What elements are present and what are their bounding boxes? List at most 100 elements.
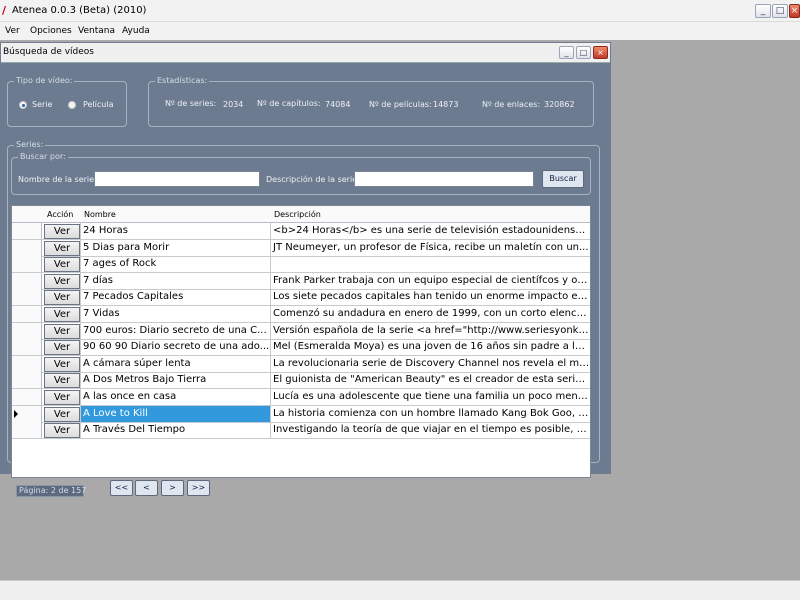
cell-descripcion[interactable]: La historia comienza con un hombre llama… xyxy=(270,405,590,422)
radio-pelicula-label: Película xyxy=(83,100,114,109)
table-row[interactable]: Ver 7 Pecados Capitales Los siete pecados … xyxy=(12,289,590,307)
cell-nombre[interactable]: A Love to Kill xyxy=(80,405,271,422)
row-header[interactable] xyxy=(12,272,42,289)
cell-descripcion[interactable]: JT Neumeyer, un profesor de Física, reci… xyxy=(270,239,590,256)
cell-nombre[interactable]: 700 euros: Diario secreto de una C... xyxy=(80,322,271,339)
cell-descripcion[interactable]: Versión española de la serie <a href="ht… xyxy=(270,322,590,339)
menubar: Ver Opciones Ventana Ayuda xyxy=(0,22,800,40)
row-header[interactable] xyxy=(12,339,42,356)
app-icon: / xyxy=(2,4,7,17)
radio-serie-label: Serie xyxy=(32,100,53,109)
ver-button[interactable]: Ver xyxy=(44,356,80,372)
ver-button[interactable]: Ver xyxy=(44,273,80,289)
series-grid: Acción Nombre Descripción Ver 24 Horas <b>… xyxy=(11,205,591,478)
row-header[interactable] xyxy=(12,223,42,239)
row-header[interactable] xyxy=(12,405,42,422)
ver-button[interactable]: Ver xyxy=(44,423,80,439)
table-row[interactable]: Ver 700 euros: Diario secreto de una C...… xyxy=(12,322,590,340)
stat-enlaces-label: Nº de enlaces: xyxy=(482,100,541,109)
cell-nombre[interactable]: 5 Dias para Morir xyxy=(80,239,271,256)
next-page-button[interactable]: > xyxy=(161,480,184,496)
table-row[interactable]: Ver A Love to Kill La historia comienza co… xyxy=(12,405,590,423)
cell-descripcion[interactable]: Mel (Esmeralda Moya) es una joven de 16 … xyxy=(270,339,590,356)
close-button[interactable]: × xyxy=(789,4,800,18)
first-page-button[interactable]: << xyxy=(110,480,133,496)
col-accion[interactable]: Acción xyxy=(47,206,73,223)
cell-nombre[interactable]: A cámara súper lenta xyxy=(80,355,271,372)
table-row[interactable]: Ver A Través Del Tiempo Investigando la te… xyxy=(12,422,590,440)
ver-button[interactable]: Ver xyxy=(44,240,80,256)
cell-descripcion[interactable]: Frank Parker trabaja con un equipo espec… xyxy=(270,272,590,289)
nombre-input[interactable] xyxy=(94,171,260,187)
ver-button[interactable]: Ver xyxy=(44,340,80,356)
col-nombre[interactable]: Nombre xyxy=(84,206,116,223)
row-header[interactable] xyxy=(12,389,42,405)
cell-nombre[interactable]: A Través Del Tiempo xyxy=(80,422,271,439)
table-row[interactable]: Ver A cámara súper lenta La revolucionaria… xyxy=(12,355,590,373)
row-header[interactable] xyxy=(12,289,42,306)
buscar-button[interactable]: Buscar xyxy=(542,170,584,188)
stat-series-value: 2034 xyxy=(223,100,244,109)
table-row[interactable]: Ver 7 Vidas Comenzó su andadura en enero d… xyxy=(12,306,590,323)
minimize-button[interactable]: _ xyxy=(755,4,771,18)
ver-button[interactable]: Ver xyxy=(44,257,80,273)
cell-descripcion[interactable]: Investigando la teoría de que viajar en … xyxy=(270,422,590,439)
last-page-button[interactable]: >> xyxy=(187,480,210,496)
menu-ver[interactable]: Ver xyxy=(5,26,20,36)
table-row[interactable]: Ver 7 ages of Rock xyxy=(12,256,590,274)
table-row[interactable]: Ver A Dos Metros Bajo Tierra El guionista … xyxy=(12,372,590,390)
buscar-legend: Buscar por: xyxy=(18,152,68,161)
cell-descripcion[interactable]: <b>24 Horas</b> es una serie de televisi… xyxy=(270,223,590,239)
menu-opciones[interactable]: Opciones xyxy=(30,26,72,36)
radio-serie[interactable] xyxy=(19,101,27,109)
row-header[interactable] xyxy=(12,422,42,439)
col-descripcion[interactable]: Descripción xyxy=(274,206,321,223)
cell-descripcion[interactable]: La revolucionaria serie de Discovery Cha… xyxy=(270,355,590,372)
child-maximize-button[interactable]: □ xyxy=(576,46,591,59)
ver-button[interactable]: Ver xyxy=(44,290,80,306)
app-title: Atenea 0.0.3 (Beta) (2010) xyxy=(12,5,147,16)
ver-button[interactable]: Ver xyxy=(44,406,80,422)
cell-descripcion[interactable]: Comenzó su andadura en enero de 1999, co… xyxy=(270,306,590,322)
child-close-button[interactable]: × xyxy=(593,46,608,59)
table-row[interactable]: Ver 90 60 90 Diario secreto de una ado...… xyxy=(12,339,590,357)
stat-enlaces-value: 320862 xyxy=(544,100,575,109)
cell-nombre[interactable]: 7 días xyxy=(80,272,271,289)
cell-descripcion[interactable]: Lucía es una adolescente que tiene una f… xyxy=(270,389,590,405)
ver-button[interactable]: Ver xyxy=(44,323,80,339)
cell-nombre[interactable]: A las once en casa xyxy=(80,389,271,405)
search-window: Búsqueda de vídeos _ □ × Tipo de vídeo: … xyxy=(0,42,611,497)
row-header[interactable] xyxy=(12,322,42,339)
ver-button[interactable]: Ver xyxy=(44,390,80,405)
descripcion-input[interactable] xyxy=(354,171,534,187)
row-header[interactable] xyxy=(12,239,42,256)
cell-descripcion[interactable]: Los siete pecados capitales han tenido u… xyxy=(270,289,590,306)
row-header[interactable] xyxy=(12,306,42,322)
child-minimize-button[interactable]: _ xyxy=(559,46,574,59)
row-header[interactable] xyxy=(12,256,42,273)
menu-ventana[interactable]: Ventana xyxy=(78,26,115,36)
current-row-arrow-icon xyxy=(14,409,18,418)
cell-nombre[interactable]: 7 ages of Rock xyxy=(80,256,271,273)
stat-capitulos-value: 74084 xyxy=(325,100,351,109)
cell-nombre[interactable]: 7 Vidas xyxy=(80,306,271,322)
table-row[interactable]: Ver 5 Dias para Morir JT Neumeyer, un prof… xyxy=(12,239,590,257)
ver-button[interactable]: Ver xyxy=(44,373,80,389)
cell-nombre[interactable]: 7 Pecados Capitales xyxy=(80,289,271,306)
row-header[interactable] xyxy=(12,355,42,372)
table-row[interactable]: Ver A las once en casa Lucía es una adoles… xyxy=(12,389,590,406)
cell-nombre[interactable]: 90 60 90 Diario secreto de una ado... xyxy=(80,339,271,356)
table-row[interactable]: Ver 7 días Frank Parker trabaja con un equ… xyxy=(12,272,590,290)
ver-button[interactable]: Ver xyxy=(44,307,80,322)
table-row[interactable]: Ver 24 Horas <b>24 Horas</b> es una serie … xyxy=(12,223,590,240)
row-header[interactable] xyxy=(12,372,42,389)
cell-descripcion[interactable]: El guionista de "American Beauty" es el … xyxy=(270,372,590,389)
menu-ayuda[interactable]: Ayuda xyxy=(122,26,150,36)
cell-nombre[interactable]: A Dos Metros Bajo Tierra xyxy=(80,372,271,389)
maximize-button[interactable]: □ xyxy=(772,4,788,18)
radio-pelicula[interactable] xyxy=(68,101,76,109)
cell-nombre[interactable]: 24 Horas xyxy=(80,223,271,239)
ver-button[interactable]: Ver xyxy=(44,224,80,239)
prev-page-button[interactable]: < xyxy=(135,480,158,496)
cell-descripcion[interactable] xyxy=(270,256,590,273)
